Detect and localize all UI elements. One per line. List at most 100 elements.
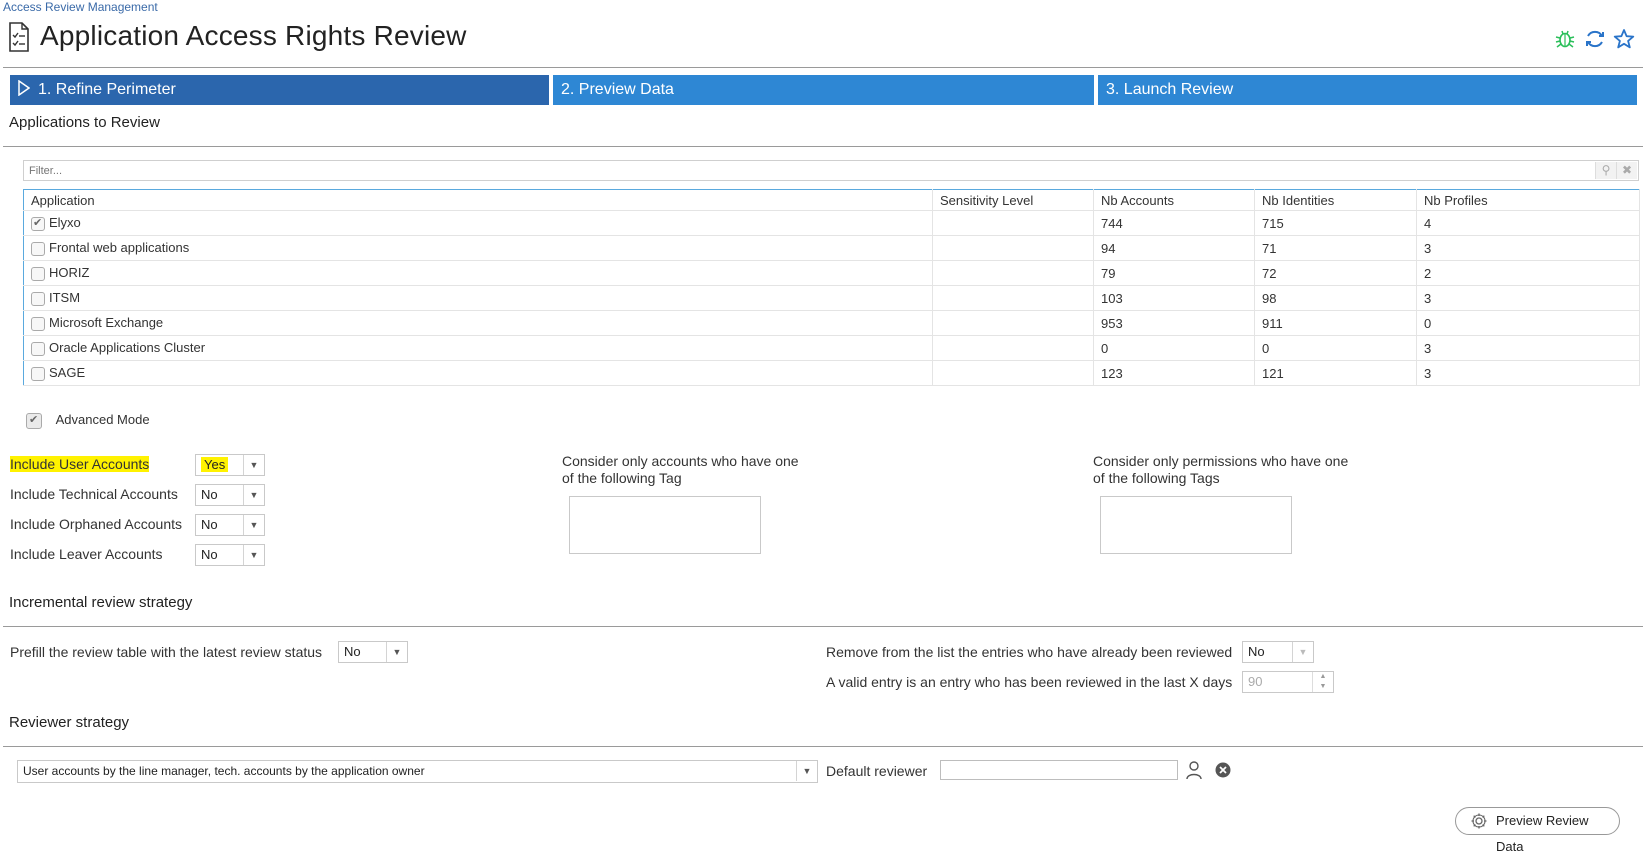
- row-checkbox[interactable]: [31, 366, 45, 381]
- valid-entry-days-input[interactable]: 90 ▲ ▼: [1242, 671, 1334, 693]
- step-label: 1. Refine Perimeter: [38, 81, 176, 98]
- applications-heading: Applications to Review: [9, 114, 160, 131]
- default-reviewer-input[interactable]: [940, 760, 1178, 780]
- profiles-cell: 2: [1416, 260, 1640, 286]
- table-row[interactable]: SAGE 123 121 3: [23, 360, 1640, 386]
- sensitivity-cell: [932, 260, 1094, 286]
- table-row[interactable]: Oracle Applications Cluster 0 0 3: [23, 335, 1640, 361]
- sensitivity-cell: [932, 335, 1094, 361]
- refresh-icon[interactable]: [1584, 28, 1606, 50]
- advanced-mode-toggle[interactable]: Advanced Mode: [26, 412, 150, 429]
- identities-cell: 121: [1254, 360, 1417, 386]
- identities-cell: 71: [1254, 235, 1417, 261]
- chevron-down-icon: ▼: [386, 642, 407, 662]
- step-label: 3. Launch Review: [1106, 81, 1234, 98]
- column-header-identities[interactable]: Nb Identities: [1254, 189, 1417, 211]
- column-header-accounts[interactable]: Nb Accounts: [1093, 189, 1255, 211]
- table-row[interactable]: HORIZ 79 72 2: [23, 260, 1640, 286]
- identities-cell: 72: [1254, 260, 1417, 286]
- filter-input[interactable]: [24, 161, 1594, 180]
- permission-tag-label: Consider only permissions who have one o…: [1093, 453, 1349, 486]
- prefill-select[interactable]: No ▼: [338, 641, 408, 663]
- identities-cell: 911: [1254, 310, 1417, 336]
- row-checkbox[interactable]: [31, 291, 45, 306]
- row-checkbox[interactable]: [31, 341, 45, 356]
- profiles-cell: 3: [1416, 335, 1640, 361]
- clear-circle-icon[interactable]: [1215, 762, 1231, 778]
- sensitivity-cell: [932, 360, 1094, 386]
- header-divider: [3, 67, 1643, 68]
- chevron-down-icon: ▼: [796, 761, 817, 781]
- column-header-application[interactable]: Application: [23, 189, 933, 211]
- sensitivity-cell: [932, 235, 1094, 261]
- identities-cell: 0: [1254, 335, 1417, 361]
- sensitivity-cell: [932, 285, 1094, 311]
- account-tag-label: Consider only accounts who have one of t…: [562, 453, 799, 486]
- application-name: Elyxo: [49, 215, 81, 231]
- spinner-icon[interactable]: ▲ ▼: [1312, 672, 1333, 692]
- row-checkbox[interactable]: [31, 241, 45, 256]
- application-name: Frontal web applications: [49, 240, 190, 256]
- incremental-heading: Incremental review strategy: [9, 594, 193, 611]
- include-leaver-accounts-select[interactable]: No ▼: [195, 544, 265, 566]
- accounts-cell: 0: [1093, 335, 1255, 361]
- advanced-mode-label: Advanced Mode: [55, 412, 150, 427]
- application-name: Microsoft Exchange: [49, 315, 164, 331]
- checklist-document-icon: [9, 22, 29, 52]
- application-name: SAGE: [49, 365, 86, 381]
- valid-entry-label: A valid entry is an entry who has been r…: [826, 674, 1233, 690]
- table-header-row: Application Sensitivity Level Nb Account…: [23, 189, 1640, 211]
- application-name: ITSM: [49, 290, 81, 306]
- profiles-cell: 4: [1416, 210, 1640, 236]
- column-header-profiles[interactable]: Nb Profiles: [1416, 189, 1640, 211]
- advanced-mode-checkbox[interactable]: [26, 412, 42, 429]
- table-row[interactable]: Elyxo 744 715 4: [23, 210, 1640, 236]
- star-icon[interactable]: [1613, 28, 1635, 50]
- prefill-label: Prefill the review table with the latest…: [10, 644, 323, 660]
- include-user-accounts-select[interactable]: Yes ▼: [195, 454, 265, 476]
- row-checkbox[interactable]: [31, 316, 45, 331]
- step-preview-data[interactable]: 2. Preview Data: [553, 75, 1094, 105]
- profiles-cell: 3: [1416, 360, 1640, 386]
- chevron-down-icon: ▼: [243, 515, 264, 535]
- include-leaver-accounts-label: Include Leaver Accounts: [10, 546, 163, 562]
- clear-filter-icon[interactable]: ✖: [1616, 162, 1637, 179]
- gear-icon: [1471, 813, 1487, 829]
- include-orphaned-accounts-label: Include Orphaned Accounts: [10, 516, 183, 532]
- include-technical-accounts-label: Include Technical Accounts: [10, 486, 178, 502]
- profiles-cell: 0: [1416, 310, 1640, 336]
- include-orphaned-accounts-select[interactable]: No ▼: [195, 514, 265, 536]
- accounts-cell: 953: [1093, 310, 1255, 336]
- table-row[interactable]: Microsoft Exchange 953 911 0: [23, 310, 1640, 336]
- applications-table: Application Sensitivity Level Nb Account…: [23, 189, 1640, 386]
- bug-icon[interactable]: [1554, 28, 1576, 50]
- column-header-sensitivity[interactable]: Sensitivity Level: [932, 189, 1094, 211]
- filter-bar: ⚲ ✖: [23, 160, 1639, 181]
- table-row[interactable]: ITSM 103 98 3: [23, 285, 1640, 311]
- preview-review-data-button[interactable]: Preview Review Data: [1455, 807, 1620, 854]
- breadcrumb[interactable]: Access Review Management: [3, 0, 158, 14]
- user-icon[interactable]: [1185, 760, 1203, 780]
- chevron-down-icon: ▼: [243, 485, 264, 505]
- table-row[interactable]: Frontal web applications 94 71 3: [23, 235, 1640, 261]
- wizard-steps: 1. Refine Perimeter 2. Preview Data 3. L…: [0, 75, 1646, 105]
- reviewer-strategy-select[interactable]: User accounts by the line manager, tech.…: [17, 760, 818, 783]
- step-label: 2. Preview Data: [561, 81, 674, 98]
- step-launch-review[interactable]: 3. Launch Review: [1098, 75, 1637, 105]
- application-name: Oracle Applications Cluster: [49, 340, 206, 356]
- remove-reviewed-label: Remove from the list the entries who hav…: [826, 644, 1233, 660]
- identities-cell: 98: [1254, 285, 1417, 311]
- step-refine-perimeter[interactable]: 1. Refine Perimeter: [10, 75, 549, 105]
- row-checkbox[interactable]: [31, 216, 45, 231]
- identities-cell: 715: [1254, 210, 1417, 236]
- chevron-down-icon: ▼: [1292, 642, 1313, 662]
- permission-tag-list[interactable]: [1100, 496, 1292, 554]
- chevron-down-icon: ▼: [243, 455, 264, 475]
- reviewer-heading: Reviewer strategy: [9, 714, 130, 731]
- remove-reviewed-select[interactable]: No ▼: [1242, 641, 1314, 663]
- include-technical-accounts-select[interactable]: No ▼: [195, 484, 265, 506]
- row-checkbox[interactable]: [31, 266, 45, 281]
- search-icon[interactable]: ⚲: [1595, 162, 1616, 179]
- account-tag-list[interactable]: [569, 496, 761, 554]
- profiles-cell: 3: [1416, 235, 1640, 261]
